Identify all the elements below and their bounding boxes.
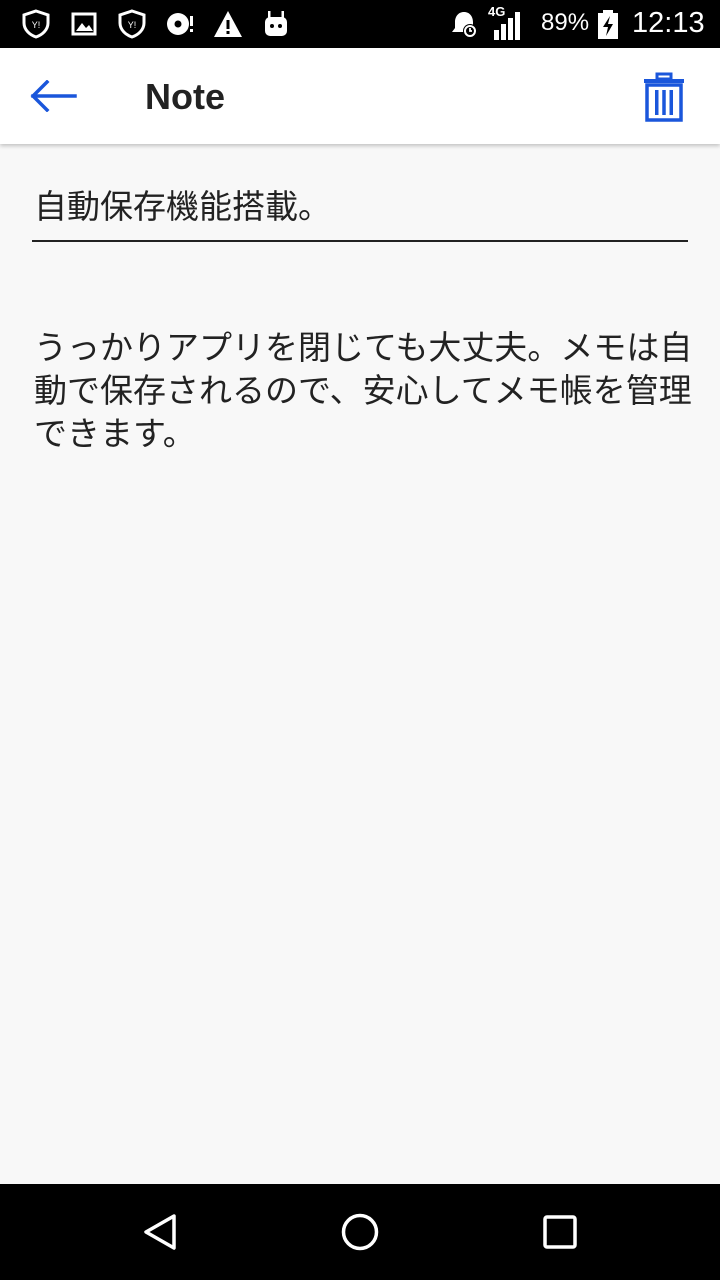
android-icon xyxy=(260,8,292,40)
nav-home-button[interactable] xyxy=(340,1212,380,1252)
clock: 12:13 xyxy=(632,7,705,39)
back-button[interactable] xyxy=(24,72,84,120)
battery-charging-icon xyxy=(592,8,624,40)
app-bar: Note xyxy=(0,48,720,144)
circle-home-icon xyxy=(341,1213,379,1251)
shield-app-icon: Y! xyxy=(20,8,52,40)
nav-recents-button[interactable] xyxy=(540,1212,580,1252)
svg-text:Y!: Y! xyxy=(32,20,41,30)
signal-icon xyxy=(490,10,522,42)
note-body-field[interactable]: うっかりアプリを閉じても大丈夫。メモは自動で保存されるので、安心してメモ帳を管理… xyxy=(34,326,694,455)
trash-icon xyxy=(644,72,684,122)
note-title: 自動保存機能搭載。 xyxy=(34,187,331,226)
svg-text:Y!: Y! xyxy=(128,20,137,30)
alarm-icon xyxy=(448,8,480,40)
warning-icon xyxy=(212,8,244,40)
arrow-left-icon xyxy=(30,80,77,112)
status-bar: Y! Y! 4G 89% 12:13 xyxy=(0,0,720,48)
delete-button[interactable] xyxy=(636,70,692,124)
triangle-back-icon xyxy=(144,1214,176,1250)
battery-percent: 89% xyxy=(541,9,590,36)
shield-app-icon-2: Y! xyxy=(116,8,148,40)
image-icon xyxy=(68,8,100,40)
nav-bar xyxy=(0,1184,720,1280)
nav-back-button[interactable] xyxy=(140,1212,180,1252)
disc-alert-icon xyxy=(164,8,196,40)
square-recents-icon xyxy=(543,1215,577,1249)
page-title: Note xyxy=(145,76,225,117)
